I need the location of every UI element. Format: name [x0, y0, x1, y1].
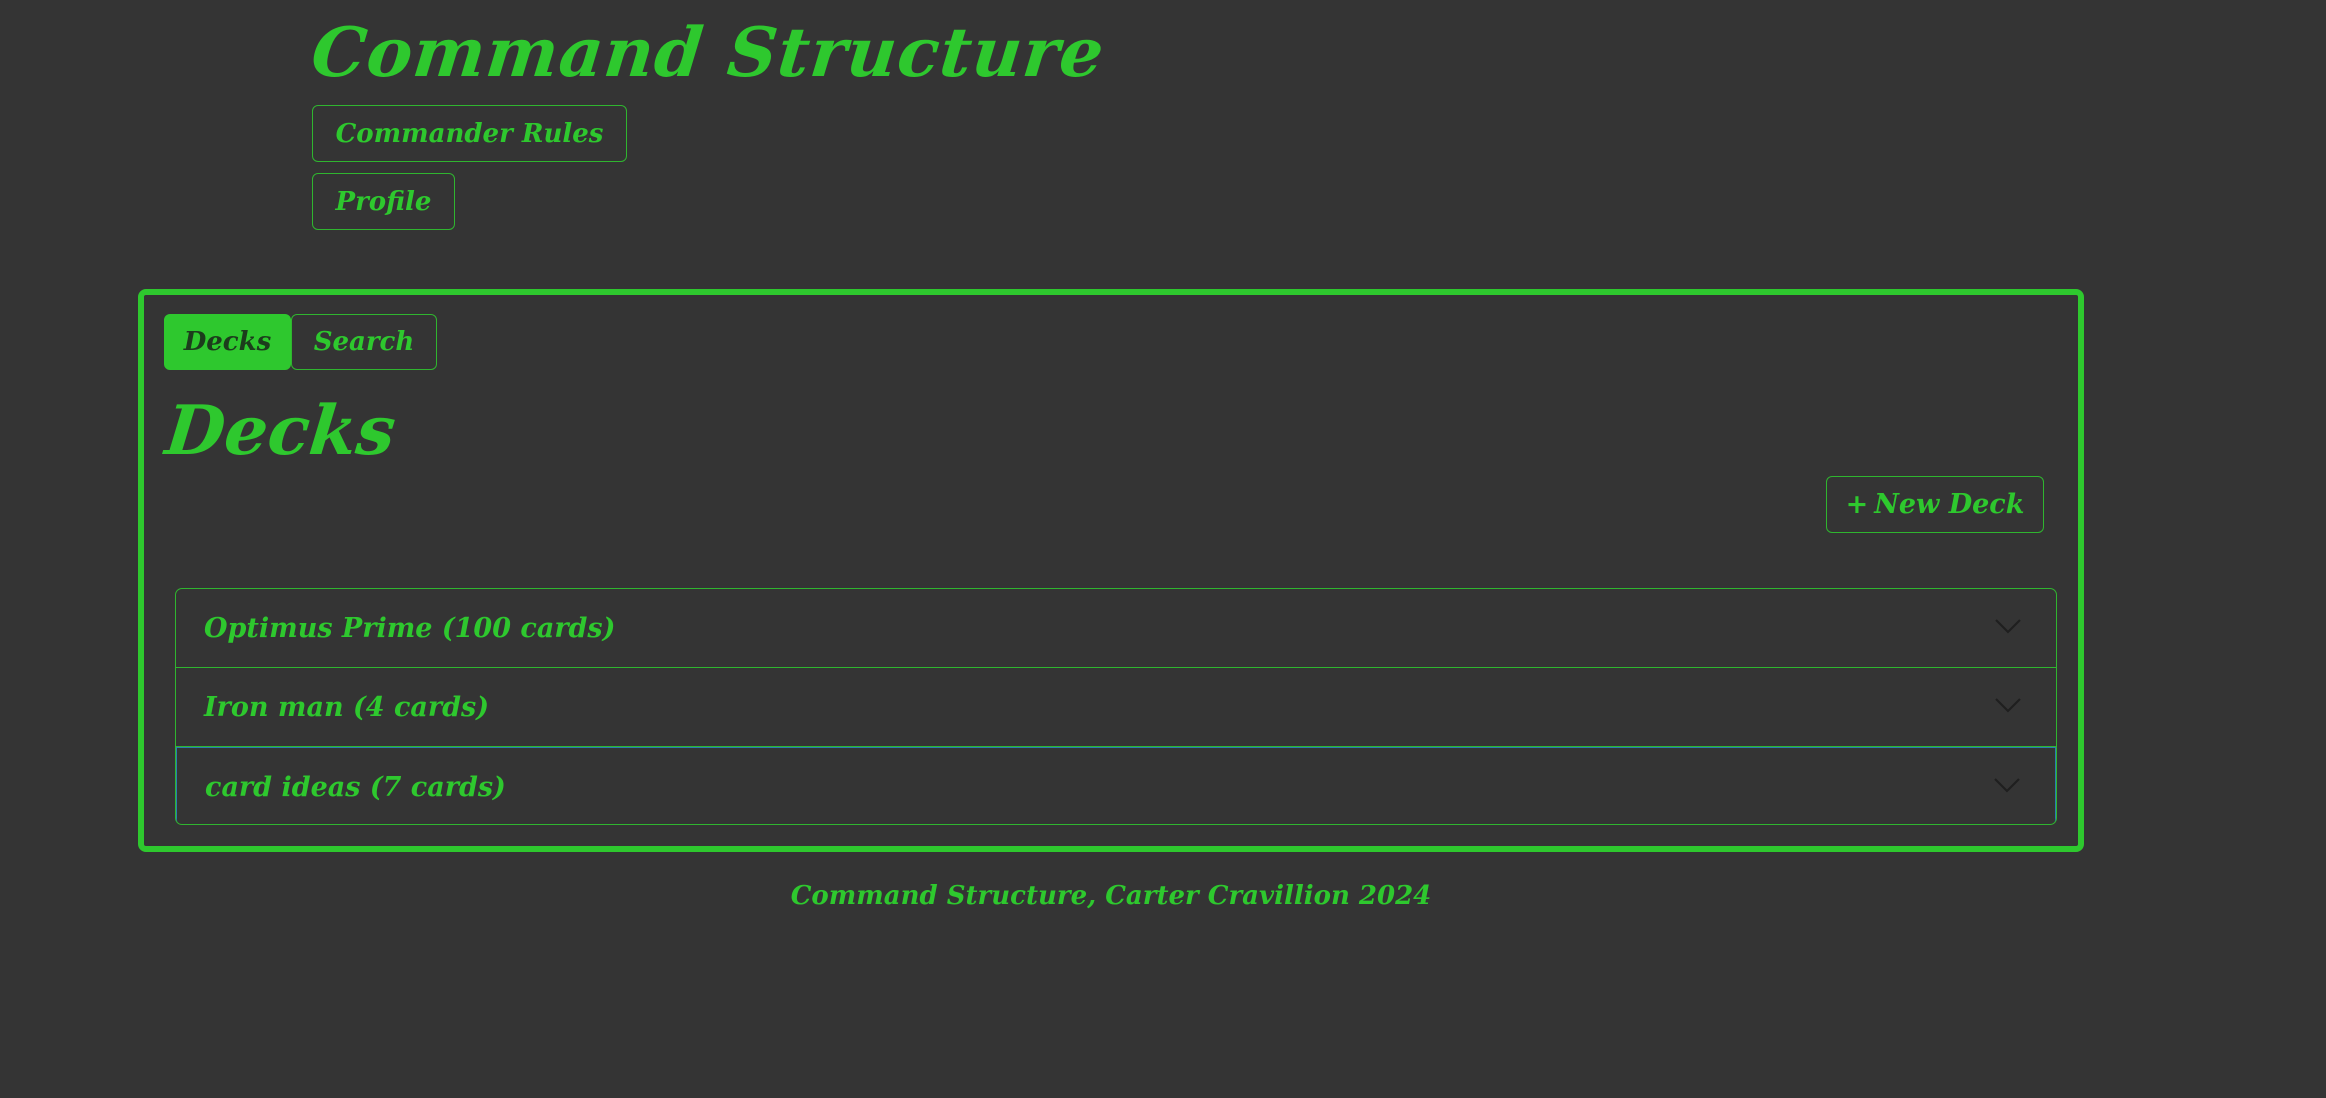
commander-rules-button[interactable]: Commander Rules — [312, 105, 627, 162]
deck-item-card-ideas[interactable]: card ideas (7 cards) — [176, 747, 2056, 824]
deck-label: card ideas (7 cards) — [205, 772, 506, 803]
site-title: Command Structure — [307, 13, 1109, 93]
chevron-down-icon — [1995, 698, 2021, 713]
footer-text: Command Structure, Carter Cravillion 202… — [790, 881, 1432, 911]
profile-button[interactable]: Profile — [312, 173, 455, 230]
page-title: Decks — [161, 391, 400, 471]
deck-item-optimus-prime[interactable]: Optimus Prime (100 cards) — [176, 589, 2056, 668]
deck-accordion: Optimus Prime (100 cards) Iron man (4 ca… — [175, 588, 2057, 825]
deck-item-iron-man[interactable]: Iron man (4 cards) — [176, 668, 2056, 747]
new-deck-button[interactable]: + New Deck — [1826, 476, 2044, 533]
deck-label: Iron man (4 cards) — [204, 692, 489, 723]
chevron-down-icon — [1994, 778, 2020, 793]
tab-search[interactable]: Search — [291, 314, 437, 370]
decks-panel: Decks Search Decks + New Deck Optimus Pri… — [138, 289, 2084, 852]
new-deck-label: New Deck — [1874, 488, 2025, 520]
chevron-down-icon — [1995, 619, 2021, 634]
tab-decks[interactable]: Decks — [164, 314, 291, 370]
deck-label: Optimus Prime (100 cards) — [204, 613, 616, 644]
plus-icon: + — [1845, 488, 1869, 520]
